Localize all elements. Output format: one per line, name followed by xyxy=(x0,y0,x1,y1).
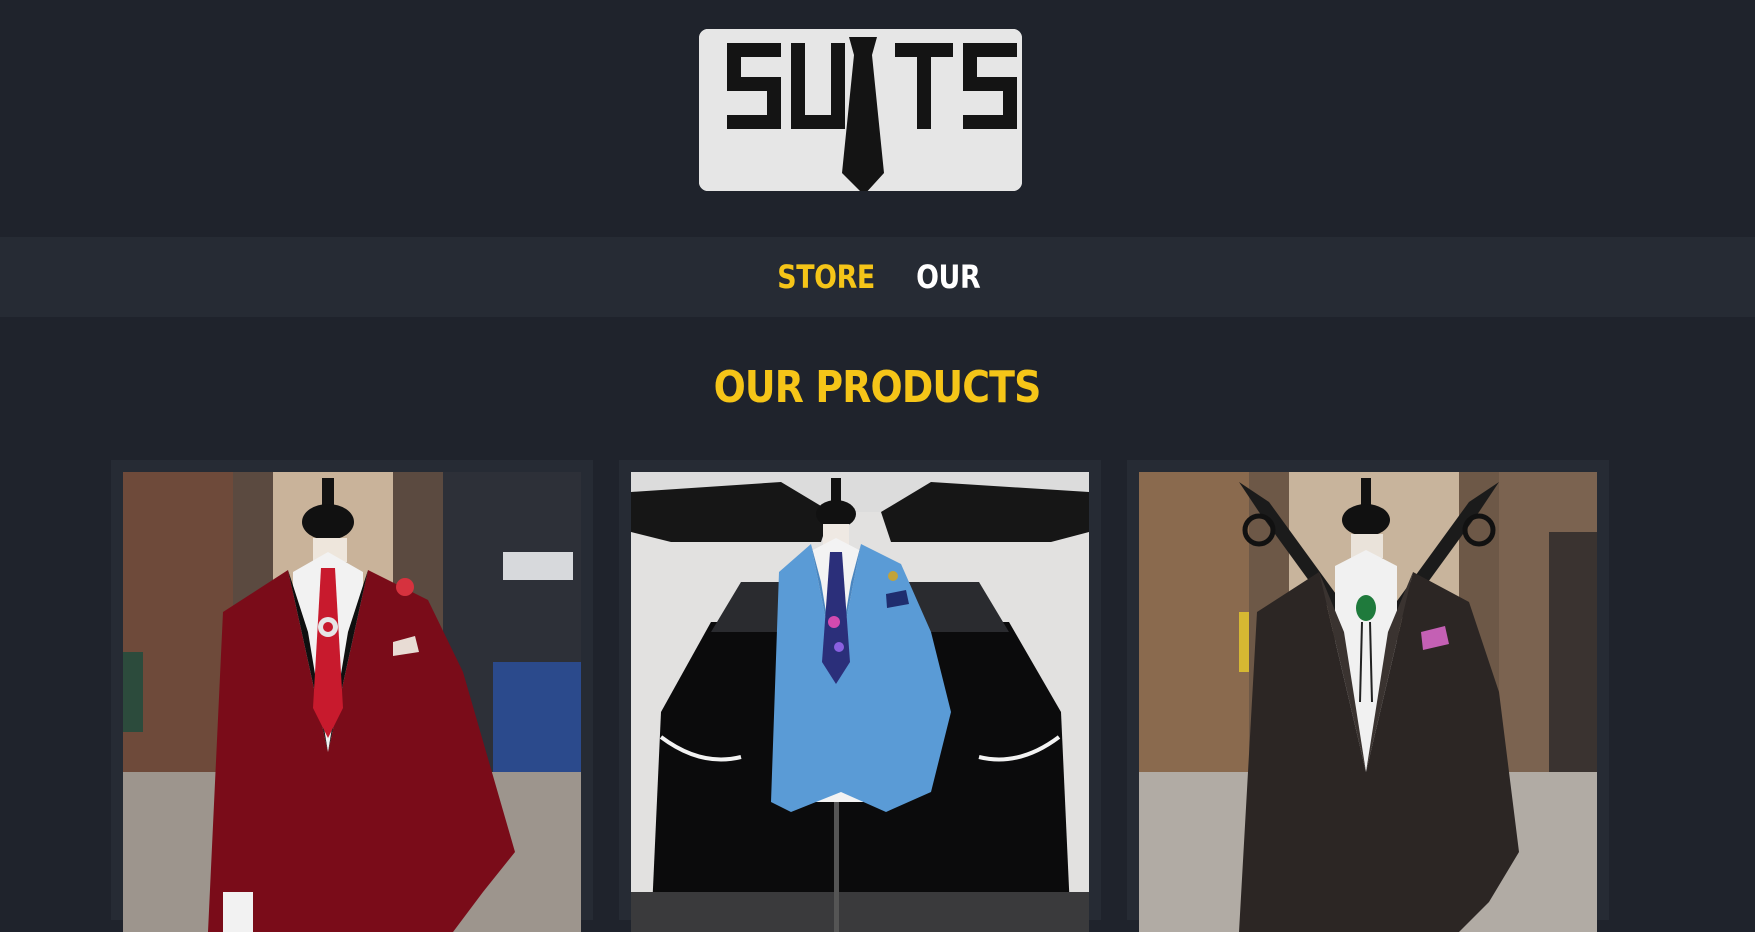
product-card-charcoal[interactable] xyxy=(1127,460,1609,932)
section-title: OUR PRODUCTS xyxy=(0,360,1755,416)
product-card-red-velvet[interactable] xyxy=(111,460,593,932)
main-navigation: STORE OUR xyxy=(0,237,1755,317)
product-image-light-blue[interactable] xyxy=(631,472,1089,932)
product-grid xyxy=(111,460,1611,932)
product-image-red-velvet[interactable] xyxy=(123,472,581,932)
nav-link-our[interactable]: OUR xyxy=(916,258,981,296)
brand-logo[interactable] xyxy=(699,29,1022,191)
site-header xyxy=(0,0,1755,237)
suits-logo-icon xyxy=(699,29,1022,191)
nav-link-store[interactable]: STORE xyxy=(778,258,876,296)
section-title-text: OUR PRODUCTS xyxy=(714,362,1042,413)
product-image-charcoal[interactable] xyxy=(1139,472,1597,932)
product-card-light-blue[interactable] xyxy=(619,460,1101,932)
